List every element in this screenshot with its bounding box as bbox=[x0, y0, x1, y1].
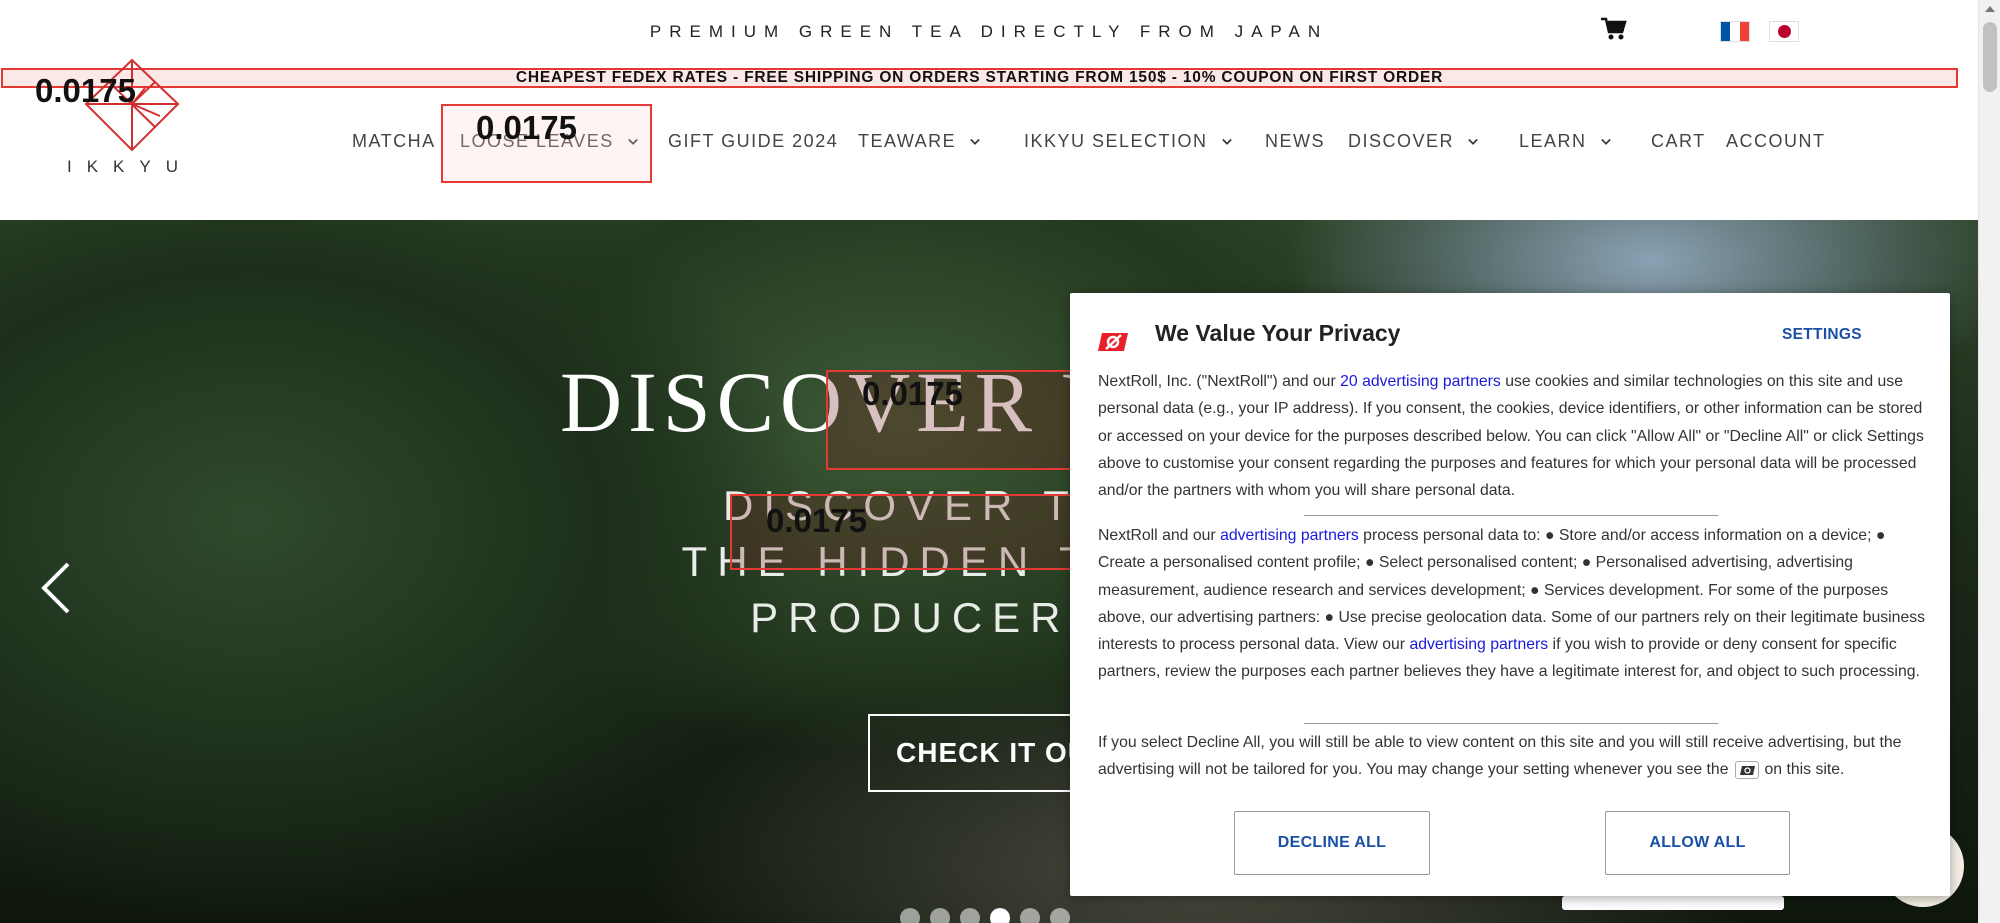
nextroll-settings-icon[interactable] bbox=[1734, 761, 1759, 780]
p1-text-rest: use cookies and similar technologies on … bbox=[1098, 373, 1924, 500]
nav-label: CART bbox=[1651, 131, 1706, 151]
nav-cart[interactable]: CART bbox=[1651, 131, 1706, 152]
nav-label: DISCOVER bbox=[1348, 131, 1455, 151]
top-bar: PREMIUM GREEN TEA DIRECTLY FROM JAPAN bbox=[0, 0, 1978, 62]
scroll-up-arrow-icon[interactable] bbox=[1985, 6, 1995, 12]
nav-label: NEWS bbox=[1265, 131, 1325, 151]
tagline: PREMIUM GREEN TEA DIRECTLY FROM JAPAN bbox=[649, 22, 1329, 41]
nav-discover[interactable]: DISCOVER bbox=[1348, 131, 1478, 152]
slider-dots bbox=[900, 908, 1070, 923]
advertising-partners-link[interactable]: advertising partners bbox=[1220, 527, 1359, 544]
slider-dot[interactable] bbox=[900, 908, 920, 923]
modal-title: We Value Your Privacy bbox=[1155, 320, 1401, 346]
p3-text-rest: on this site. bbox=[1764, 761, 1845, 779]
nav-teaware[interactable]: TEAWARE bbox=[858, 131, 980, 152]
overlay-label: 0.0175 bbox=[766, 502, 867, 539]
p2-text: NextRoll and our bbox=[1098, 527, 1221, 544]
nav-label: LEARN bbox=[1519, 131, 1587, 151]
nextroll-logo-icon bbox=[1098, 333, 1128, 351]
nav-matcha[interactable]: MATCHA bbox=[352, 131, 436, 152]
nav-ikkyu-selection[interactable]: IKKYU SELECTION bbox=[1024, 131, 1232, 152]
flag-france-icon[interactable] bbox=[1720, 21, 1750, 42]
scrollbar-thumb[interactable] bbox=[1983, 22, 1997, 92]
announcement-bar: CHEAPEST FEDEX RATES - FREE SHIPPING ON … bbox=[1, 68, 1958, 88]
privacy-paragraph-2: NextRoll and our advertising partners pr… bbox=[1098, 522, 1928, 686]
nav-account[interactable]: ACCOUNT bbox=[1726, 131, 1826, 152]
privacy-paragraph-1: NextRoll, Inc. ("NextRoll") and our 20 a… bbox=[1098, 368, 1928, 504]
advertising-partners-count-link[interactable]: 20 advertising partners bbox=[1340, 373, 1501, 390]
slider-dot[interactable] bbox=[990, 908, 1010, 923]
divider bbox=[1304, 723, 1718, 724]
nav-label: IKKYU SELECTION bbox=[1024, 131, 1208, 151]
p1-text: NextRoll, Inc. ("NextRoll") and our bbox=[1098, 373, 1341, 390]
cart-icon[interactable] bbox=[1600, 16, 1628, 42]
nav-label: TEAWARE bbox=[858, 131, 957, 151]
nav-news[interactable]: NEWS bbox=[1265, 131, 1325, 152]
p2-text-middle: process personal data to: ● Store and/or… bbox=[1098, 527, 1926, 654]
privacy-paragraph-3: If you select Decline All, you will stil… bbox=[1098, 729, 1928, 784]
nav-learn[interactable]: LEARN bbox=[1519, 131, 1611, 152]
nav-gift-guide[interactable]: GIFT GUIDE 2024 bbox=[668, 131, 838, 152]
flag-japan-icon[interactable] bbox=[1769, 21, 1799, 42]
privacy-modal: We Value Your Privacy SETTINGS NextRoll,… bbox=[1070, 293, 1950, 896]
overlay-label: 0.0175 bbox=[35, 72, 136, 109]
decline-all-button[interactable]: DECLINE ALL bbox=[1234, 811, 1430, 875]
slider-dot[interactable] bbox=[930, 908, 950, 923]
overlay-label: 0.0175 bbox=[476, 109, 577, 146]
scrollbar[interactable] bbox=[1978, 0, 2000, 923]
slider-dot[interactable] bbox=[1050, 908, 1070, 923]
divider bbox=[1304, 515, 1718, 516]
chevron-down-icon bbox=[1600, 138, 1611, 145]
nav-label: ACCOUNT bbox=[1726, 131, 1826, 151]
allow-all-button[interactable]: ALLOW ALL bbox=[1605, 811, 1790, 875]
nav-label: GIFT GUIDE 2024 bbox=[668, 131, 839, 151]
logo-text: IKKYU bbox=[66, 157, 194, 176]
chevron-down-icon bbox=[970, 138, 980, 145]
chat-widget-bar bbox=[1562, 896, 1784, 910]
nav-label: MATCHA bbox=[352, 131, 436, 151]
settings-link[interactable]: SETTINGS bbox=[1782, 326, 1862, 344]
slider-dot[interactable] bbox=[960, 908, 980, 923]
advertising-partners-link-2[interactable]: advertising partners bbox=[1409, 636, 1548, 653]
overlay-label: 0.0175 bbox=[862, 375, 963, 412]
chevron-left-icon[interactable] bbox=[38, 560, 74, 616]
chevron-down-icon bbox=[1468, 138, 1478, 145]
slider-dot[interactable] bbox=[1020, 908, 1040, 923]
chevron-down-icon bbox=[1221, 138, 1232, 145]
